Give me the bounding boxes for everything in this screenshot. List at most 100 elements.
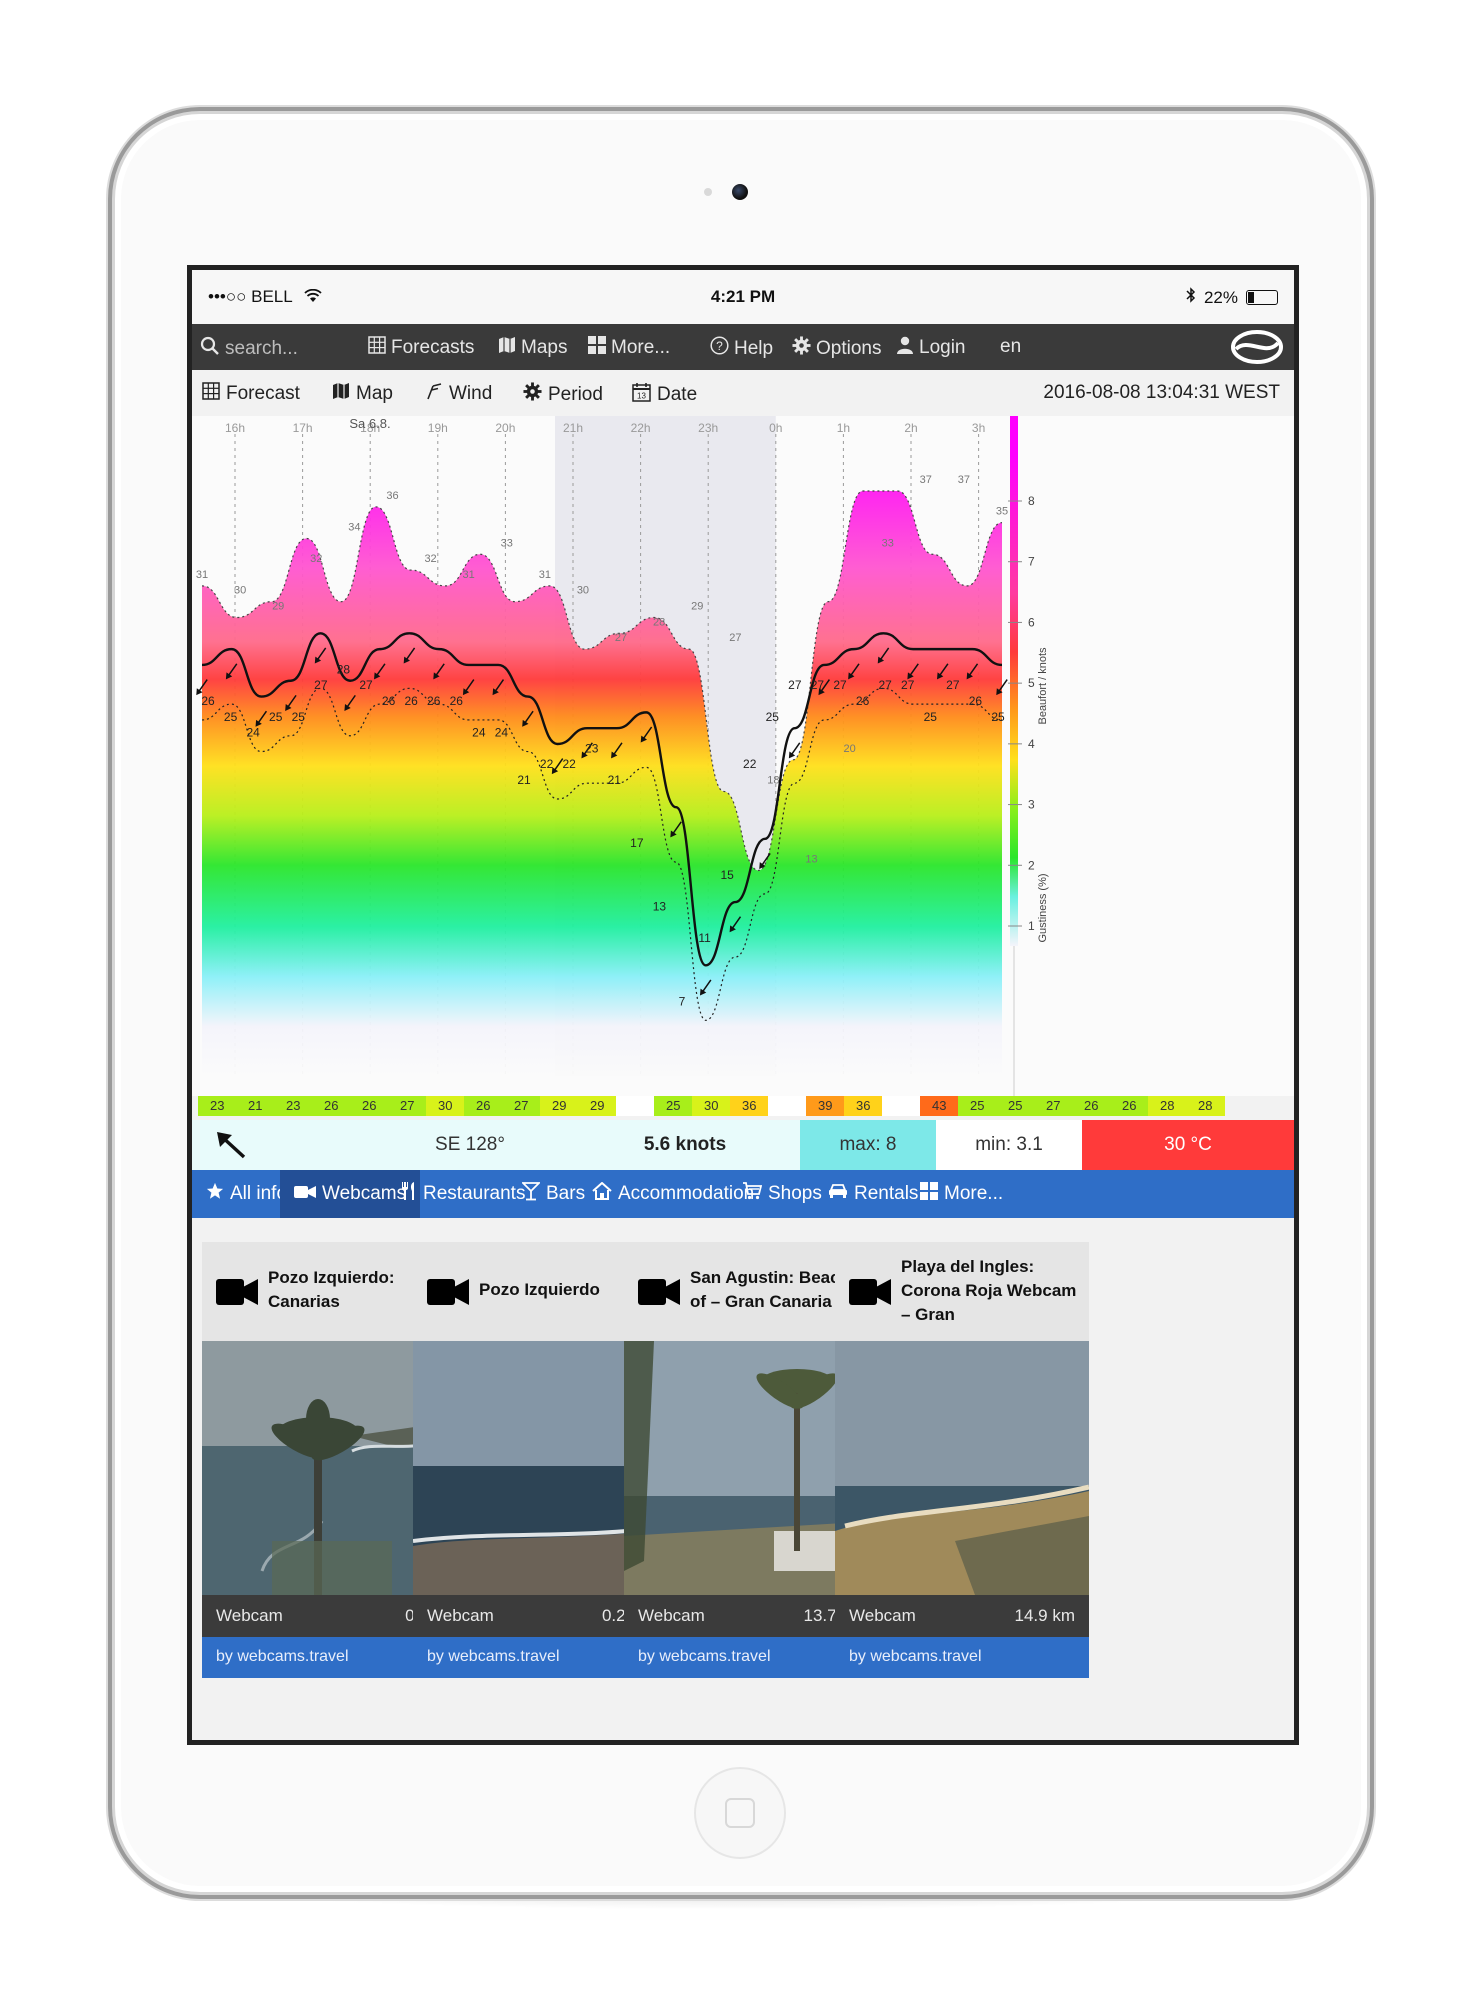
toolbar-map-label: Map	[356, 383, 393, 404]
time-tick-label: 22h	[631, 421, 651, 435]
grid-icon	[368, 336, 386, 360]
nav-forecasts[interactable]: Forecasts	[368, 336, 474, 360]
webcam-card[interactable]: Playa del Ingles: Corona Roja Webcam – G…	[835, 1242, 1089, 1678]
nav-options[interactable]: Options	[792, 336, 881, 361]
webcam-type: Webcam	[216, 1606, 283, 1625]
webcam-source: by webcams.travel	[216, 1648, 349, 1665]
gust-cell: 27	[388, 1096, 427, 1116]
gustiness-strip: 23 21 23 26 26 27 30 26 27 29 29 25 30 36 39 36 43 25 25 27…	[198, 1096, 1225, 1116]
toolbar-period-label: Period	[548, 383, 603, 405]
nav-language[interactable]: en	[1000, 336, 1021, 358]
gust-cell: 39	[806, 1096, 845, 1116]
gust-value-label: 33	[882, 537, 894, 549]
day-label: Sa 6.8.	[349, 416, 390, 431]
toolbar-forecast[interactable]: Forecast	[202, 382, 300, 406]
nav-maps-label: Maps	[521, 337, 568, 358]
tiles-icon	[920, 1182, 938, 1206]
toolbar-date[interactable]: 13 Date	[632, 382, 697, 408]
gust-cell	[768, 1096, 807, 1116]
beaufort-tick-label: 3	[1028, 798, 1035, 812]
nav-help[interactable]: ? Help	[710, 336, 773, 361]
search-field[interactable]: search...	[200, 336, 298, 362]
house-icon	[592, 1181, 612, 1206]
nav-maps[interactable]: Maps	[498, 336, 567, 360]
gear-icon	[792, 336, 811, 361]
gust-value-label: 37	[958, 474, 970, 486]
clock: 4:21 PM	[710, 287, 776, 306]
toolbar-period[interactable]: Period	[523, 382, 603, 407]
wind-value-label: 13	[653, 899, 667, 913]
nav-help-label: Help	[734, 337, 774, 359]
nav-language-label: en	[1000, 336, 1022, 357]
gust-cell: 30	[426, 1096, 465, 1116]
wind-value-label: 27	[878, 678, 892, 692]
webcam-distance: 14.9 km	[1014, 1606, 1075, 1625]
webcam-source: by webcams.travel	[849, 1648, 982, 1665]
gust-value-label: 30	[234, 585, 246, 597]
time-tick-label: 20h	[495, 421, 515, 435]
nav-login[interactable]: Login	[896, 336, 966, 360]
gear-icon	[523, 382, 542, 407]
gust-cell: 36	[844, 1096, 883, 1116]
wind-value-label: 22	[562, 757, 576, 771]
gustiness-axis-label: Gustiness (%)	[1037, 873, 1049, 942]
wind-value-label: 11	[698, 931, 711, 945]
wind-value-label: 27	[788, 678, 802, 692]
nav-more-label: More...	[611, 337, 671, 358]
gust-cell: 23	[198, 1096, 237, 1116]
beaufort-tick-label: 8	[1028, 494, 1035, 508]
right-axis-label: Beaufort / knots	[1037, 647, 1049, 725]
gust-cell	[882, 1096, 921, 1116]
webcam-cards: Pozo Izquierdo: Canarias Webcam 0 km	[192, 1218, 1294, 1740]
nav-forecasts-label: Forecasts	[391, 337, 475, 358]
beaufort-tick-label: 1	[1028, 919, 1035, 933]
gust-value-label: 35	[996, 506, 1008, 518]
wind-value-label: 26	[856, 694, 870, 708]
cutlery-icon	[401, 1181, 417, 1207]
toolbar-date-label: Date	[657, 384, 698, 405]
temperature: 30 °C	[1082, 1120, 1294, 1170]
webcam-type: Webcam	[427, 1606, 494, 1625]
gust-cell: 27	[1034, 1096, 1073, 1116]
wind-value-label: 24	[246, 726, 260, 740]
gust-value-label: 13	[805, 853, 817, 865]
map-icon	[498, 336, 516, 360]
gust-value-label: 31	[196, 569, 208, 581]
gust-cell: 43	[920, 1096, 959, 1116]
webcam-source-link[interactable]: by webcams.travel	[835, 1637, 1089, 1678]
beaufort-tick-label: 7	[1028, 555, 1035, 569]
gust-cell	[616, 1096, 655, 1116]
webcam-type: Webcam	[849, 1606, 916, 1625]
gust-value-label: 33	[501, 537, 513, 549]
beaufort-tick-label: 6	[1028, 615, 1035, 629]
gust-cell: 26	[312, 1096, 351, 1116]
nav-more[interactable]: More...	[588, 336, 670, 360]
tab-all-info-label: All info	[230, 1183, 288, 1204]
webcam-source: by webcams.travel	[638, 1648, 771, 1665]
home-button[interactable]	[694, 1767, 786, 1859]
wind-value-label: 27	[359, 678, 373, 692]
wind-value-label: 26	[201, 694, 215, 708]
wind-value-label: 25	[224, 710, 238, 724]
camera-icon	[849, 1277, 891, 1307]
gust-value-label: 20	[843, 743, 855, 755]
time-tick-label: 21h	[563, 421, 583, 435]
wind-chart[interactable]: 16h 17h 18h 19h 20h 21h 22h 23h 0h 1h 2h 3h Sa 6.8. 2…	[192, 416, 1294, 1096]
gust-value-label: 30	[577, 585, 589, 597]
tab-more[interactable]: More...	[906, 1170, 1017, 1218]
cocktail-icon	[520, 1181, 542, 1207]
time-tick-label: 3h	[972, 421, 985, 435]
gust-value-label: 36	[386, 490, 398, 502]
toolbar-wind[interactable]: Wind	[425, 382, 492, 406]
site-logo[interactable]	[1230, 329, 1284, 365]
time-tick-label: 17h	[293, 421, 313, 435]
toolbar-map[interactable]: Map	[332, 382, 393, 406]
calendar-icon: 13	[632, 382, 651, 408]
gust-value-label: 27	[729, 632, 741, 644]
wind-value-label: 22	[743, 757, 757, 771]
gust-cell: 26	[350, 1096, 389, 1116]
top-nav: search... Forecasts Maps More... ? Help …	[192, 324, 1294, 370]
gust-value-label: 37	[920, 474, 932, 486]
camera-icon	[216, 1277, 258, 1307]
wind-direction-cell	[192, 1120, 370, 1170]
